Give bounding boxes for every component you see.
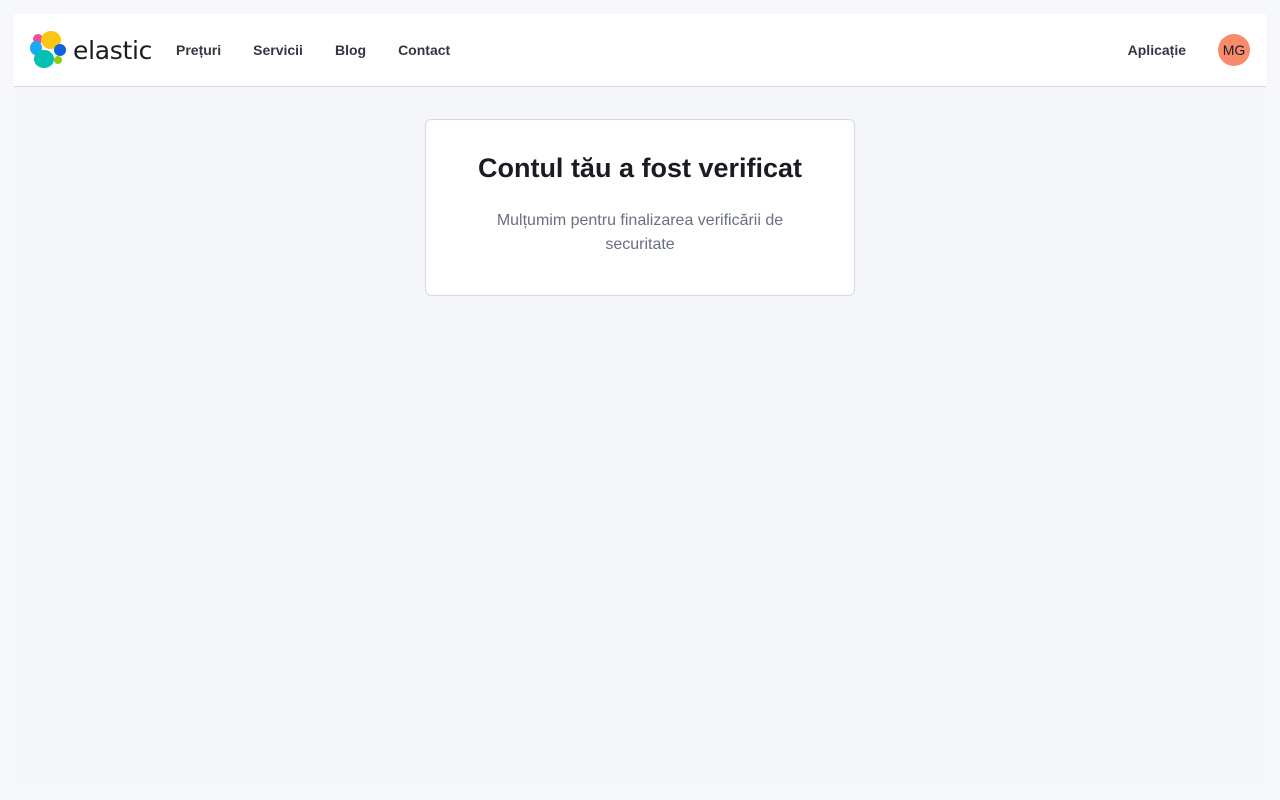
- elastic-logo-link[interactable]: elastic: [29, 31, 152, 69]
- nav-link-contact[interactable]: Contact: [398, 42, 450, 58]
- app-link[interactable]: Aplicație: [1128, 42, 1186, 58]
- elastic-cluster-icon: [30, 31, 66, 68]
- main-nav: Prețuri Servicii Blog Contact: [176, 14, 482, 86]
- page-frame: elastic Prețuri Servicii Blog Contact Ap…: [14, 14, 1266, 786]
- logo-wordmark: elastic: [73, 35, 153, 65]
- nav-link-services[interactable]: Servicii: [253, 42, 303, 58]
- user-avatar[interactable]: MG: [1218, 34, 1250, 66]
- card-message: Mulțumim pentru finalizarea verificării …: [496, 212, 784, 253]
- header-right: Aplicație MG: [1128, 14, 1250, 86]
- verification-card: Contul tău a fost verificat Mulțumim pen…: [425, 119, 855, 296]
- nav-link-blog[interactable]: Blog: [335, 42, 366, 58]
- top-header: elastic Prețuri Servicii Blog Contact Ap…: [14, 14, 1266, 87]
- card-title: Contul tău a fost verificat: [477, 153, 803, 183]
- nav-link-pricing[interactable]: Prețuri: [176, 42, 221, 58]
